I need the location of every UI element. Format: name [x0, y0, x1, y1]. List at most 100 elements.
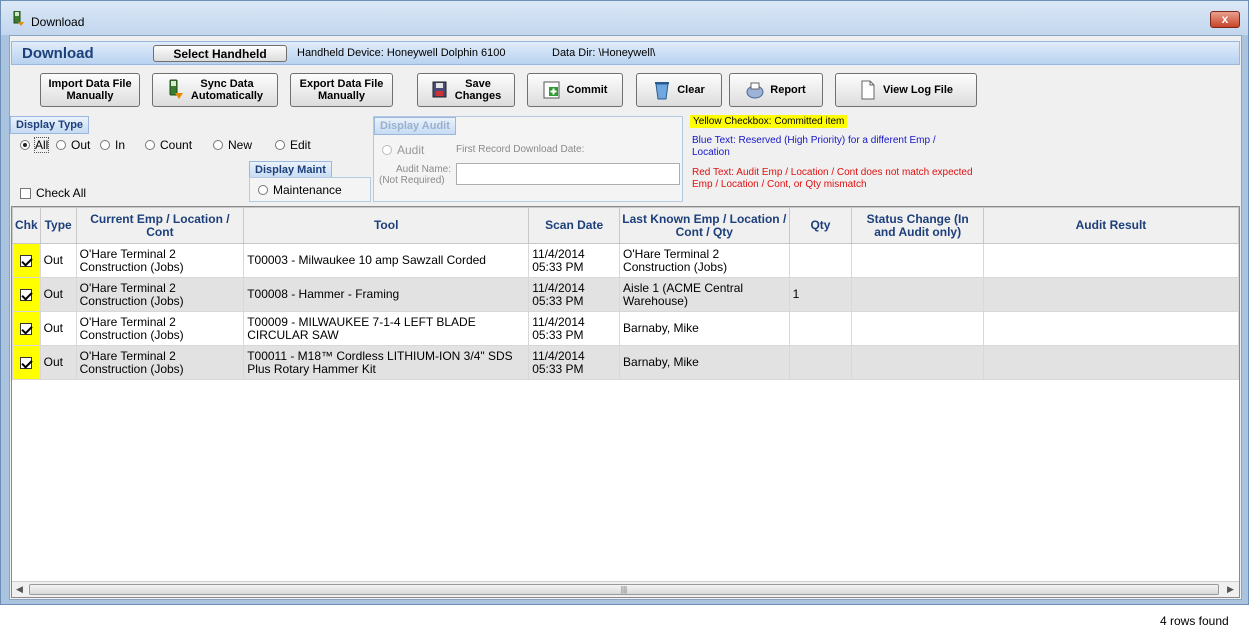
- display-maint-group: Maintenance: [249, 177, 371, 202]
- cell-last-known: Barnaby, Mike: [619, 311, 790, 346]
- display-audit-title: Display Audit: [374, 117, 456, 135]
- cell-last-known: O'Hare Terminal 2 Construction (Jobs): [619, 243, 790, 278]
- cell-qty: [788, 345, 853, 380]
- cell-qty: [788, 243, 853, 278]
- commit-button[interactable]: Commit: [527, 73, 623, 107]
- scroll-right-icon[interactable]: ▶: [1227, 584, 1234, 595]
- recycle-bin-icon: [655, 82, 670, 100]
- radio-maintenance[interactable]: Maintenance: [258, 183, 342, 197]
- col-chk[interactable]: Chk: [12, 207, 41, 244]
- cell-tool: T00011 - M18™ Cordless LITHIUM-ION 3/4" …: [243, 345, 530, 380]
- download-window: Download x Download Select Handheld Hand…: [0, 0, 1249, 628]
- col-type[interactable]: Type: [39, 207, 77, 244]
- cell-audit-result: [982, 277, 1240, 312]
- cell-current: O'Hare Terminal 2 Construction (Jobs): [75, 277, 245, 312]
- cell-current: O'Hare Terminal 2 Construction (Jobs): [75, 345, 245, 380]
- report-printer-icon: [746, 82, 764, 99]
- close-button[interactable]: x: [1210, 11, 1240, 28]
- col-qty[interactable]: Qty: [788, 207, 853, 244]
- title-bar: Download x: [1, 1, 1248, 35]
- save-disk-icon: [432, 81, 447, 98]
- audit-name-input[interactable]: [456, 163, 680, 185]
- client-area: Download Select Handheld Handheld Device…: [9, 35, 1242, 628]
- row-checkbox[interactable]: [20, 254, 33, 267]
- row-checkbox-cell[interactable]: [12, 311, 41, 346]
- cell-current: O'Hare Terminal 2 Construction (Jobs): [75, 311, 245, 346]
- scrollbar-thumb[interactable]: |||: [29, 584, 1219, 595]
- table-row[interactable]: Out O'Hare Terminal 2 Construction (Jobs…: [12, 277, 1240, 312]
- cell-status-change: [851, 277, 984, 312]
- toolbar: Import Data File Manually Sync Data Auto…: [11, 69, 1240, 109]
- row-checkbox-cell[interactable]: [12, 277, 41, 312]
- rows-found-status: 4 rows found: [1160, 614, 1229, 628]
- table-header-row: Chk Type Current Emp / Location / Cont T…: [12, 207, 1240, 244]
- cell-scan-date: 11/4/2014 05:33 PM: [528, 311, 621, 346]
- radio-all[interactable]: All: [20, 137, 50, 153]
- cell-audit-result: [982, 345, 1240, 380]
- row-checkbox-cell[interactable]: [12, 243, 41, 278]
- not-required-label: (Not Required): [379, 175, 445, 186]
- cell-qty: [788, 311, 853, 346]
- document-icon: [861, 80, 875, 100]
- radio-audit[interactable]: Audit: [382, 143, 424, 157]
- view-log-file-button[interactable]: View Log File: [835, 73, 977, 107]
- cell-type: Out: [39, 277, 77, 312]
- table-row[interactable]: Out O'Hare Terminal 2 Construction (Jobs…: [12, 243, 1240, 278]
- cell-tool: T00009 - MILWAUKEE 7-1-4 LEFT BLADE CIRC…: [243, 311, 530, 346]
- cell-scan-date: 11/4/2014 05:33 PM: [528, 243, 621, 278]
- window-title: Download: [31, 15, 85, 29]
- row-checkbox[interactable]: [20, 288, 33, 301]
- cell-tool: T00003 - Milwaukee 10 amp Sawzall Corded: [243, 243, 530, 278]
- cell-status-change: [851, 345, 984, 380]
- cell-qty: 1: [788, 277, 853, 312]
- legend-red: Red Text: Audit Emp / Location / Cont do…: [692, 167, 973, 190]
- cell-audit-result: [982, 243, 1240, 278]
- select-handheld-button[interactable]: Select Handheld: [153, 45, 287, 62]
- cell-status-change: [851, 311, 984, 346]
- table-row[interactable]: Out O'Hare Terminal 2 Construction (Jobs…: [12, 345, 1240, 380]
- table-row[interactable]: Out O'Hare Terminal 2 Construction (Jobs…: [12, 311, 1240, 346]
- first-record-label: First Record Download Date:: [456, 144, 585, 155]
- row-checkbox[interactable]: [20, 356, 33, 369]
- scroll-left-icon[interactable]: ◀: [16, 584, 23, 595]
- save-changes-button[interactable]: Save Changes: [417, 73, 515, 107]
- radio-in[interactable]: In: [100, 138, 125, 152]
- page-title: Download: [22, 45, 94, 62]
- export-data-file-button[interactable]: Export Data File Manually: [290, 73, 393, 107]
- check-all-checkbox[interactable]: Check All: [20, 186, 86, 200]
- col-scan-date[interactable]: Scan Date: [528, 207, 621, 244]
- legend-yellow: Yellow Checkbox: Committed item: [690, 115, 848, 128]
- col-audit-result[interactable]: Audit Result: [982, 207, 1240, 244]
- radio-out[interactable]: Out: [56, 138, 90, 152]
- horizontal-scrollbar[interactable]: ◀ ||| ▶: [12, 581, 1239, 597]
- row-checkbox-cell[interactable]: [12, 345, 41, 380]
- cell-tool: T00008 - Hammer - Framing: [243, 277, 530, 312]
- clear-button[interactable]: Clear: [636, 73, 722, 107]
- legend-blue: Blue Text: Reserved (High Priority) for …: [692, 135, 936, 158]
- cell-last-known: Barnaby, Mike: [619, 345, 790, 380]
- col-current-emp[interactable]: Current Emp / Location / Cont: [75, 207, 245, 244]
- cell-audit-result: [982, 311, 1240, 346]
- report-button[interactable]: Report: [729, 73, 823, 107]
- radio-new[interactable]: New: [213, 138, 252, 152]
- display-audit-group: Display Audit Audit First Record Downloa…: [373, 116, 683, 202]
- import-data-file-button[interactable]: Import Data File Manually: [40, 73, 140, 107]
- row-checkbox[interactable]: [20, 322, 33, 335]
- cell-type: Out: [39, 311, 77, 346]
- col-last-known[interactable]: Last Known Emp / Location / Cont / Qty: [619, 207, 790, 244]
- cell-type: Out: [39, 243, 77, 278]
- results-table: Chk Type Current Emp / Location / Cont T…: [12, 207, 1240, 380]
- col-status-change[interactable]: Status Change (In and Audit only): [851, 207, 984, 244]
- cell-current: O'Hare Terminal 2 Construction (Jobs): [75, 243, 245, 278]
- data-dir-text: Data Dir: \Honeywell\: [552, 47, 656, 59]
- handheld-arrow-icon: [169, 79, 183, 99]
- cell-scan-date: 11/4/2014 05:33 PM: [528, 345, 621, 380]
- sync-data-button[interactable]: Sync Data Automatically: [152, 73, 278, 107]
- radio-count[interactable]: Count: [145, 138, 192, 152]
- audit-name-label: Audit Name:: [396, 164, 452, 175]
- cell-scan-date: 11/4/2014 05:33 PM: [528, 277, 621, 312]
- handheld-device-text: Handheld Device: Honeywell Dolphin 6100: [297, 47, 506, 59]
- radio-edit[interactable]: Edit: [275, 138, 311, 152]
- col-tool[interactable]: Tool: [243, 207, 530, 244]
- cell-type: Out: [39, 345, 77, 380]
